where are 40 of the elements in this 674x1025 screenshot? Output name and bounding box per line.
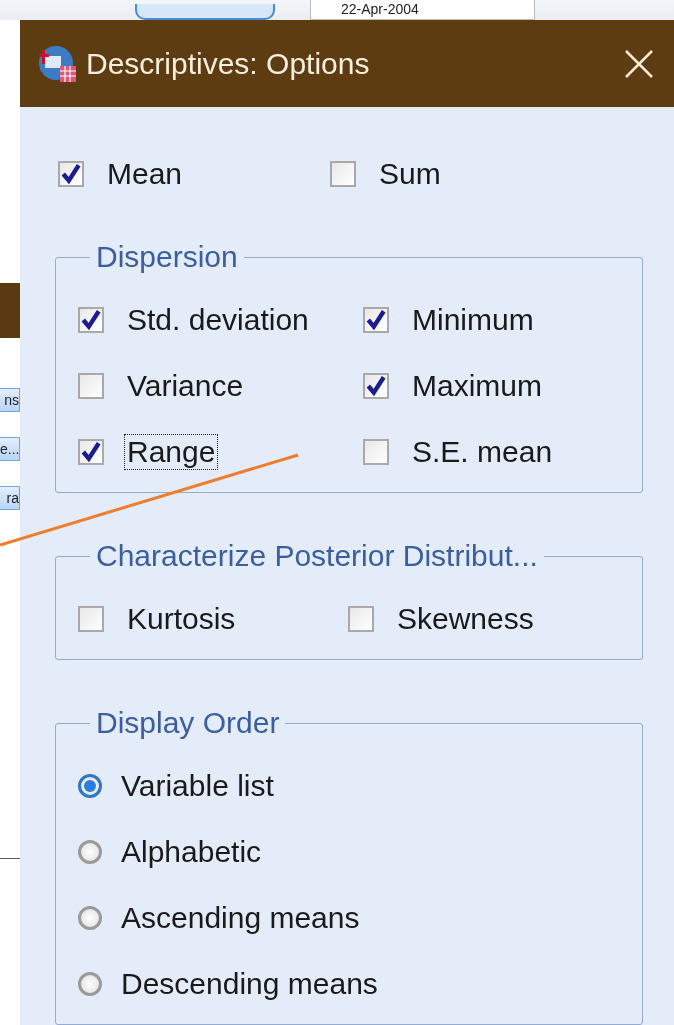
- checkbox-label[interactable]: Minimum: [409, 302, 537, 338]
- checkbox[interactable]: [363, 307, 389, 333]
- date-field: 22-Apr-2004: [310, 0, 535, 20]
- radio-button[interactable]: [78, 840, 102, 864]
- partial-button[interactable]: ns: [0, 388, 20, 412]
- checkbox[interactable]: [78, 307, 104, 333]
- checkbox-label[interactable]: Std. deviation: [124, 302, 312, 338]
- close-icon[interactable]: [624, 48, 654, 79]
- checkbox-label[interactable]: Range: [124, 434, 219, 470]
- checkbox-label[interactable]: S.E. mean: [409, 434, 556, 470]
- toolbar-button[interactable]: [135, 4, 275, 20]
- checkbox[interactable]: [363, 373, 389, 399]
- checkbox-label[interactable]: Sum: [376, 156, 444, 192]
- group-title: Dispersion: [95, 240, 239, 274]
- checkbox[interactable]: [78, 373, 104, 399]
- checkbox-label[interactable]: Kurtosis: [124, 601, 239, 637]
- checkbox[interactable]: [78, 606, 104, 632]
- app-icon: [38, 43, 78, 84]
- radio-button[interactable]: [78, 972, 102, 996]
- checkbox-label[interactable]: Variance: [124, 368, 247, 404]
- radio-button[interactable]: [78, 906, 102, 930]
- radio-button[interactable]: [78, 774, 102, 798]
- partial-button[interactable]: e...: [0, 437, 20, 461]
- window-title: Descriptives: Options: [86, 46, 371, 81]
- checkbox[interactable]: [78, 439, 104, 465]
- checkbox-label[interactable]: Skewness: [394, 601, 537, 637]
- radio-label[interactable]: Descending means: [118, 966, 381, 1002]
- checkbox[interactable]: [330, 161, 356, 187]
- radio-label[interactable]: Alphabetic: [118, 834, 265, 870]
- radio-label[interactable]: Variable list: [118, 768, 277, 804]
- partial-button[interactable]: ra: [0, 486, 20, 510]
- window-title-bar: [0, 283, 20, 338]
- checkbox[interactable]: [348, 606, 374, 632]
- checkbox[interactable]: [363, 439, 389, 465]
- checkbox[interactable]: [58, 161, 84, 187]
- group-title: Characterize Posterior Distribut...: [95, 539, 539, 573]
- radio-label[interactable]: Ascending means: [118, 900, 363, 936]
- group-title: Display Order: [95, 706, 281, 740]
- checkbox-label[interactable]: Maximum: [409, 368, 545, 404]
- checkbox-label[interactable]: Mean: [104, 156, 186, 192]
